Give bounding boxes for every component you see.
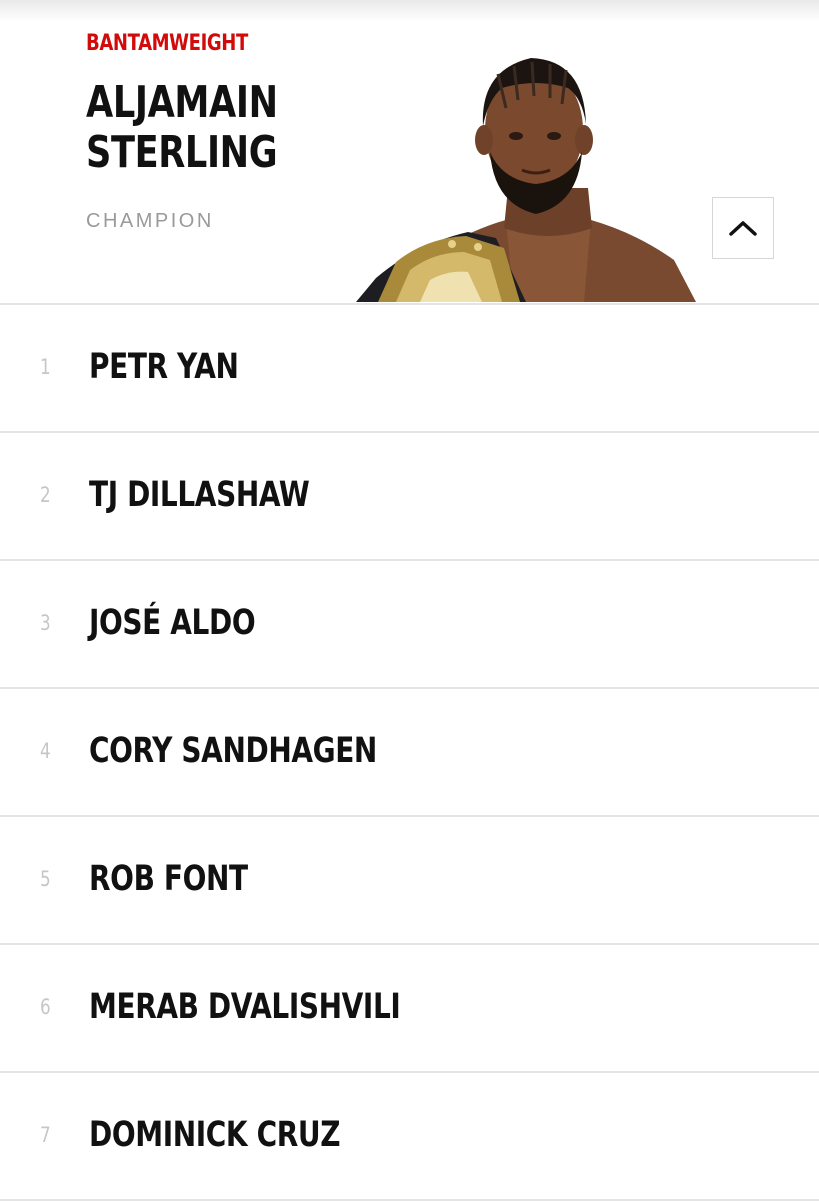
rank-number: 1 <box>40 355 51 379</box>
champion-name-line1: ALJAMAIN <box>86 77 278 128</box>
fighter-name-link[interactable]: ROB FONT <box>89 859 248 899</box>
rank-number: 4 <box>40 739 51 763</box>
collapse-button[interactable] <box>712 197 774 259</box>
ranking-row[interactable]: 2 TJ DILLASHAW <box>0 433 819 561</box>
ranking-list: 1 PETR YAN 2 TJ DILLASHAW 3 JOSÉ ALDO 4 … <box>0 305 819 1201</box>
fighter-name-link[interactable]: PETR YAN <box>89 347 239 387</box>
fighter-name-link[interactable]: CORY SANDHAGEN <box>89 731 377 771</box>
ranking-row[interactable]: 5 ROB FONT <box>0 817 819 945</box>
ranking-row[interactable]: 1 PETR YAN <box>0 305 819 433</box>
fighter-name-link[interactable]: TJ DILLASHAW <box>89 475 310 515</box>
rank-number: 7 <box>40 1123 51 1147</box>
rank-number: 6 <box>40 995 51 1019</box>
rank-number: 5 <box>40 867 51 891</box>
rank-number: 3 <box>40 611 51 635</box>
chevron-up-icon <box>729 221 757 236</box>
champion-name-line2: STERLING <box>86 127 278 178</box>
fighter-name-link[interactable]: DOMINICK CRUZ <box>89 1115 341 1155</box>
champion-photo <box>356 58 696 302</box>
ranking-row[interactable]: 4 CORY SANDHAGEN <box>0 689 819 817</box>
ranking-row[interactable]: 7 DOMINICK CRUZ <box>0 1073 819 1201</box>
fighter-name-link[interactable]: JOSÉ ALDO <box>89 603 256 643</box>
division-title: BANTAMWEIGHT <box>86 31 248 56</box>
rank-number: 2 <box>40 483 51 507</box>
champion-name[interactable]: ALJAMAIN STERLING <box>86 78 278 178</box>
ranking-row[interactable]: 6 MERAB DVALISHVILI <box>0 945 819 1073</box>
ranking-row[interactable]: 3 JOSÉ ALDO <box>0 561 819 689</box>
champion-status: CHAMPION <box>86 210 214 232</box>
fighter-name-link[interactable]: MERAB DVALISHVILI <box>89 987 401 1027</box>
champion-card[interactable]: BANTAMWEIGHT ALJAMAIN STERLING CHAMPION <box>0 0 819 305</box>
